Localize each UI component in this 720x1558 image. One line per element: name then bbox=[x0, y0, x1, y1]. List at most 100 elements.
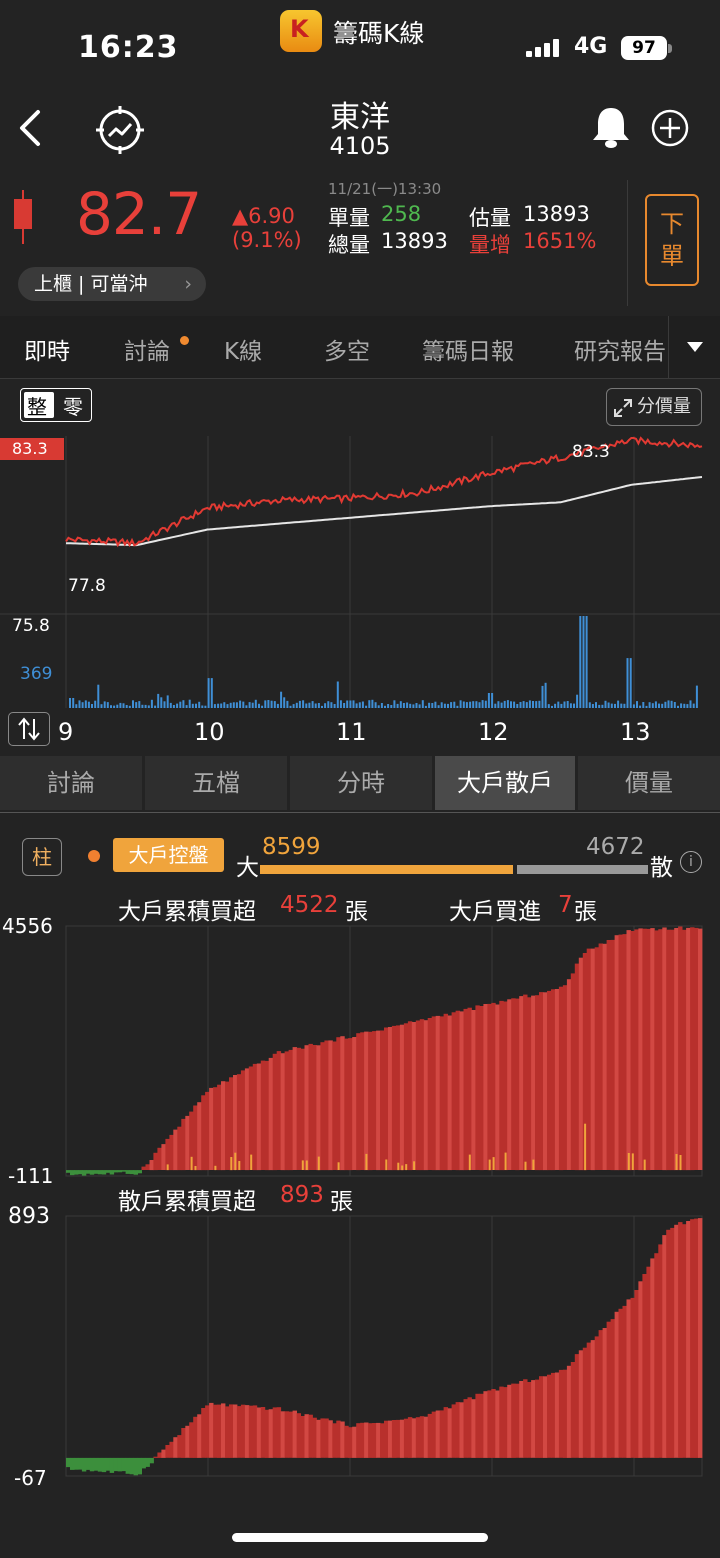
total-volume-label: 總量 bbox=[328, 233, 370, 257]
swap-icon[interactable] bbox=[8, 712, 50, 746]
bar-mode-button[interactable]: 柱 bbox=[22, 838, 62, 876]
market-status-pill[interactable]: 上櫃 | 可當沖 › bbox=[18, 267, 206, 301]
tab-discussion[interactable]: 討論 bbox=[124, 332, 170, 366]
subtab-discussion[interactable]: 討論 bbox=[0, 756, 142, 810]
cum-bar bbox=[129, 1457, 134, 1475]
cum-bar bbox=[594, 947, 600, 1170]
cum-bar bbox=[372, 1031, 377, 1170]
est-volume-value: 13893 bbox=[523, 202, 590, 226]
volume-bar bbox=[557, 701, 560, 708]
cum-bar bbox=[499, 1000, 504, 1171]
cum-bar bbox=[225, 1406, 230, 1458]
price-volume-button[interactable]: 分價量 bbox=[606, 388, 702, 426]
volume-bar bbox=[283, 697, 286, 708]
cum-bar bbox=[606, 940, 611, 1170]
big-buy-bar bbox=[365, 1153, 368, 1170]
cum-bar bbox=[614, 935, 619, 1171]
cum-bar bbox=[252, 1405, 258, 1458]
tab-research[interactable]: 研究報告 bbox=[574, 332, 666, 366]
volume-bar bbox=[182, 700, 185, 708]
tab-chip-daily[interactable]: 籌碼日報 bbox=[422, 332, 514, 366]
cum-bar bbox=[686, 927, 691, 1171]
cum-bar bbox=[201, 1095, 206, 1171]
cum-bar bbox=[74, 1170, 79, 1175]
volume-bar bbox=[443, 703, 446, 708]
volume-bar bbox=[72, 698, 75, 708]
volume-bar bbox=[317, 703, 320, 708]
cum-bar bbox=[570, 1362, 576, 1458]
cum-bar bbox=[284, 1411, 289, 1458]
home-indicator[interactable] bbox=[232, 1533, 488, 1542]
cum-bar bbox=[121, 1170, 127, 1172]
subtab-price-volume[interactable]: 價量 bbox=[578, 756, 720, 810]
cum-bar bbox=[77, 1457, 83, 1470]
signal-icon bbox=[526, 38, 562, 57]
volume-bar bbox=[610, 703, 613, 708]
volume-bar bbox=[588, 702, 591, 708]
toggle-odd[interactable]: 零 bbox=[63, 391, 83, 420]
add-icon[interactable] bbox=[650, 108, 690, 148]
cum-bar bbox=[109, 1170, 115, 1175]
cum-bar bbox=[368, 1423, 373, 1458]
tab-more-button[interactable] bbox=[668, 316, 720, 378]
cum-bar bbox=[399, 1419, 405, 1458]
place-order-button[interactable]: 下單 bbox=[645, 194, 699, 286]
cum-bar bbox=[376, 1030, 381, 1171]
cum-bar bbox=[193, 1105, 198, 1171]
volume-bar bbox=[393, 700, 396, 708]
cum-bar bbox=[137, 1457, 142, 1475]
cum-bar bbox=[145, 1164, 150, 1170]
cum-bar bbox=[221, 1403, 226, 1458]
volume-bar bbox=[664, 701, 667, 708]
cum-bar bbox=[133, 1170, 138, 1175]
cum-bar bbox=[101, 1457, 107, 1473]
volume-bar bbox=[324, 703, 327, 708]
volume-bar bbox=[591, 704, 594, 708]
volume-bar bbox=[544, 682, 547, 708]
info-icon[interactable]: i bbox=[680, 851, 702, 873]
volume-bar bbox=[150, 699, 153, 708]
volume-bar bbox=[261, 705, 264, 708]
cum-bar bbox=[690, 927, 695, 1171]
cum-bar bbox=[93, 1170, 99, 1174]
volume-bar bbox=[239, 700, 242, 708]
toggle-whole[interactable]: 整 bbox=[27, 391, 47, 420]
tab-kline[interactable]: K線 bbox=[224, 332, 262, 366]
cum-bar bbox=[634, 1290, 639, 1458]
volume-bar bbox=[314, 703, 317, 708]
cum-bar bbox=[407, 1021, 413, 1171]
tab-realtime[interactable]: 即時 bbox=[24, 332, 70, 366]
cum-bar bbox=[296, 1047, 301, 1170]
cum-bar bbox=[622, 1305, 627, 1458]
cum-bar bbox=[447, 1408, 452, 1458]
volume-bar bbox=[513, 701, 516, 708]
volume-bar bbox=[286, 700, 289, 708]
subtab-big-small[interactable]: 大戶散戶 bbox=[435, 756, 575, 810]
cum-bar bbox=[141, 1166, 146, 1170]
cum-bar bbox=[109, 1457, 115, 1473]
cum-bar bbox=[451, 1404, 456, 1458]
cum-bar bbox=[666, 929, 671, 1171]
back-icon[interactable] bbox=[14, 108, 44, 148]
volume-bar bbox=[191, 703, 194, 708]
stock-name: 東洋 bbox=[330, 100, 390, 135]
big-cum-label: 大戶累積買超 bbox=[118, 899, 256, 925]
cum-bar bbox=[356, 1423, 361, 1458]
bell-icon[interactable] bbox=[589, 104, 633, 150]
volume-bar bbox=[415, 703, 418, 708]
trend-target-icon[interactable] bbox=[94, 104, 146, 156]
chevron-right-icon: › bbox=[184, 273, 192, 295]
cum-bar bbox=[554, 989, 560, 1170]
tab-long-short[interactable]: 多空 bbox=[324, 332, 370, 366]
battery-tip bbox=[668, 44, 672, 53]
volume-bar bbox=[141, 704, 144, 708]
volume-bar bbox=[654, 701, 657, 708]
cum-bar bbox=[578, 1350, 584, 1458]
subtab-timeshare[interactable]: 分時 bbox=[290, 756, 432, 810]
volume-bar bbox=[677, 705, 679, 708]
whole-odd-toggle[interactable]: 整 零 bbox=[20, 388, 92, 422]
volume-bar bbox=[254, 699, 257, 708]
small-cum-unit: 張 bbox=[330, 1189, 353, 1215]
subtab-five-levels[interactable]: 五檔 bbox=[145, 756, 287, 810]
volume-bar bbox=[213, 704, 216, 708]
